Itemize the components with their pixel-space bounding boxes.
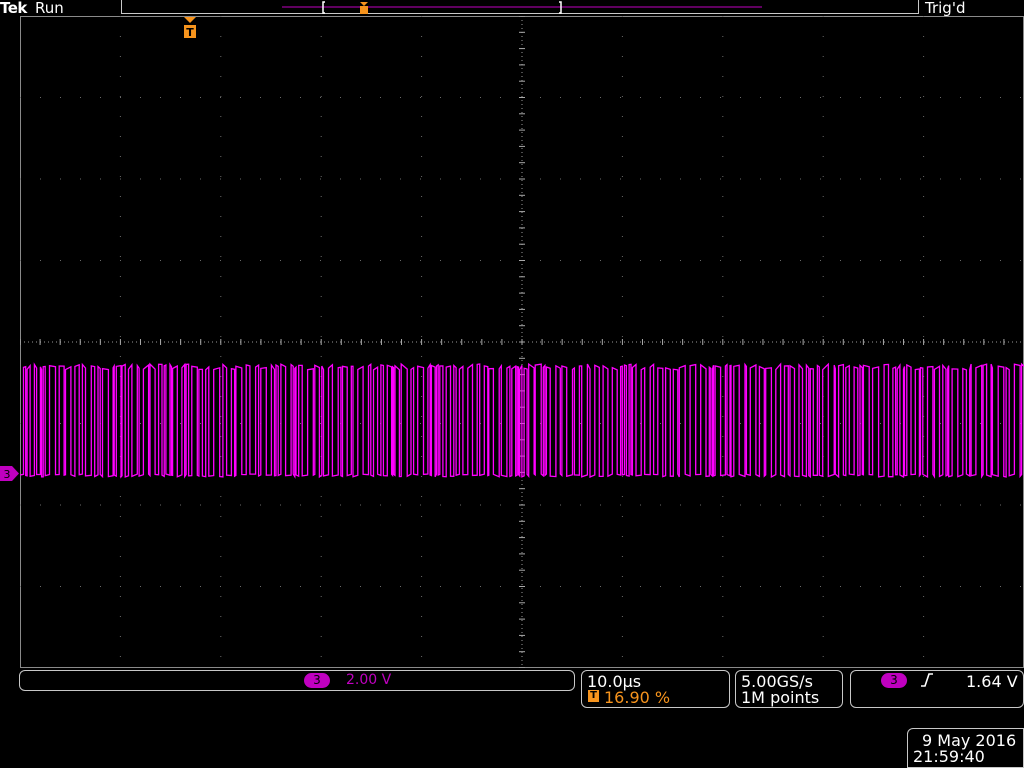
graticule-grid bbox=[20, 16, 1024, 668]
brand-logo: Tek bbox=[0, 0, 27, 17]
channel-badge: 3 bbox=[304, 673, 330, 688]
run-state-label[interactable]: Run bbox=[35, 0, 64, 16]
waveform-trace bbox=[20, 362, 1024, 479]
channel-3-ground-marker-icon[interactable]: 3 bbox=[0, 466, 20, 481]
trigger-level: 1.64 V bbox=[966, 672, 1018, 691]
rising-edge-icon bbox=[920, 672, 934, 692]
waveform-display[interactable] bbox=[20, 16, 1024, 668]
trigger-marker-icon: T bbox=[588, 690, 599, 702]
record-view-bar[interactable] bbox=[121, 0, 919, 14]
channel-3-waveform bbox=[20, 362, 1024, 479]
channel-readout-box[interactable] bbox=[19, 670, 575, 691]
record-view-graphic bbox=[282, 1, 762, 14]
trigger-position: 16.90 % bbox=[604, 688, 671, 707]
channel-scale: 2.00 V bbox=[346, 672, 392, 688]
svg-text:3: 3 bbox=[4, 468, 11, 481]
trigger-status-label: Trig'd bbox=[925, 0, 966, 17]
record-length: 1M points bbox=[741, 688, 820, 707]
trigger-channel-badge: 3 bbox=[881, 673, 907, 688]
time-label: 21:59:40 bbox=[913, 747, 985, 766]
